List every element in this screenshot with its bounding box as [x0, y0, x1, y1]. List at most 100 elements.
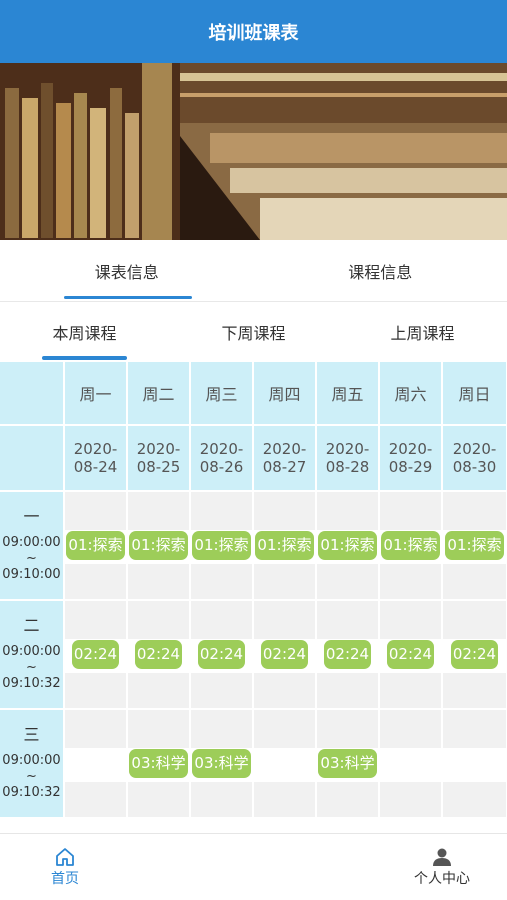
course-cell: 01:探索	[128, 492, 191, 599]
course-badge[interactable]: 01:探索	[66, 531, 125, 560]
course-cell: 02:24	[254, 601, 317, 708]
app-header: 培训班课表	[0, 0, 507, 63]
nav-profile[interactable]: 个人中心	[377, 834, 507, 900]
weekday-cell: 周三	[191, 362, 254, 424]
nav-home[interactable]: 首页	[0, 834, 130, 900]
date-row: 2020- 08-24 2020- 08-25 2020- 08-26 2020- 08…	[0, 426, 507, 492]
slot-label: 二 09:00:00 ~ 09:10:32	[0, 601, 65, 708]
date-year: 2020-	[388, 440, 433, 458]
course-badge[interactable]: 01:探索	[381, 531, 440, 560]
tab-this-week[interactable]: 本周课程	[0, 302, 169, 362]
course-cell: 01:探索	[317, 492, 380, 599]
course-cell	[65, 710, 128, 817]
time-slot-row: 二 09:00:00 ~ 09:10:32 02:24 02:24 02:24 …	[0, 601, 507, 710]
slot-separator: ~	[26, 550, 37, 566]
course-badge[interactable]: 02:24	[134, 640, 183, 669]
course-cell: 01:探索	[443, 492, 506, 599]
course-badge[interactable]: 02:24	[323, 640, 372, 669]
primary-tabs: 课表信息 课程信息	[0, 240, 507, 302]
course-badge[interactable]: 03:科学	[318, 749, 377, 778]
slot-end-time: 09:10:32	[2, 784, 61, 800]
course-badge[interactable]: 01:探索	[192, 531, 251, 560]
tab-next-week[interactable]: 下周课程	[169, 302, 338, 362]
tab-label: 上周课程	[390, 324, 455, 343]
library-illustration	[0, 63, 507, 240]
weekday-cell: 周五	[317, 362, 380, 424]
weekday-header-row: 周一 周二 周三 周四 周五 周六 周日	[0, 362, 507, 426]
date-year: 2020-	[199, 440, 244, 458]
weekday-cell: 周日	[443, 362, 506, 424]
bottom-nav: 首页 个人中心	[0, 833, 507, 900]
course-badge[interactable]: 03:科学	[192, 749, 251, 778]
course-cell: 02:24	[317, 601, 380, 708]
date-cell: 2020- 08-26	[191, 426, 254, 490]
weekday-cell: 周四	[254, 362, 317, 424]
slot-label: 三 09:00:00 ~ 09:10:32	[0, 710, 65, 817]
course-cell	[380, 710, 443, 817]
course-cell: 01:探索	[65, 492, 128, 599]
slot-number: 三	[23, 724, 40, 744]
schedule-grid: 周一 周二 周三 周四 周五 周六 周日 2020- 08-24 2020- 08-…	[0, 362, 507, 819]
time-slot-row: 三 09:00:00 ~ 09:10:32 03:科学 03:科学 03:科学	[0, 710, 507, 819]
course-badge[interactable]: 02:24	[260, 640, 309, 669]
course-badge[interactable]: 02:24	[71, 640, 120, 669]
week-tabs: 本周课程 下周课程 上周课程	[0, 302, 507, 362]
course-cell: 03:科学	[317, 710, 380, 817]
slot-label: 一 09:00:00 ~ 09:10:00	[0, 492, 65, 599]
date-year: 2020-	[262, 440, 307, 458]
home-icon	[56, 848, 74, 866]
course-cell: 01:探索	[254, 492, 317, 599]
course-badge[interactable]: 01:探索	[318, 531, 377, 560]
date-cell: 2020- 08-30	[443, 426, 506, 490]
course-cell: 02:24	[128, 601, 191, 708]
course-cell: 03:科学	[128, 710, 191, 817]
date-day: 08-24	[73, 458, 118, 476]
slot-separator: ~	[26, 659, 37, 675]
date-cell: 2020- 08-27	[254, 426, 317, 490]
course-cell: 02:24	[443, 601, 506, 708]
date-day: 08-30	[452, 458, 497, 476]
tab-label: 下周课程	[221, 324, 286, 343]
tab-label: 课程信息	[348, 262, 413, 282]
nav-home-label: 首页	[51, 871, 79, 887]
slot-number: 二	[23, 615, 40, 635]
date-day: 08-27	[262, 458, 307, 476]
slot-end-time: 09:10:00	[2, 566, 61, 582]
date-cell: 2020- 08-25	[128, 426, 191, 490]
slot-start-time: 09:00:00	[2, 643, 61, 659]
weekday-cell: 周一	[65, 362, 128, 424]
date-year: 2020-	[73, 440, 118, 458]
slot-number: 一	[23, 506, 40, 526]
tab-schedule-info[interactable]: 课表信息	[0, 240, 254, 301]
tab-course-info[interactable]: 课程信息	[254, 240, 507, 301]
user-icon	[433, 848, 451, 866]
course-badge[interactable]: 01:探索	[129, 531, 188, 560]
date-cell: 2020- 08-29	[380, 426, 443, 490]
course-badge[interactable]: 02:24	[450, 640, 499, 669]
course-cell: 02:24	[380, 601, 443, 708]
course-cell: 03:科学	[191, 710, 254, 817]
slot-start-time: 09:00:00	[2, 534, 61, 550]
weekday-cell: 周二	[128, 362, 191, 424]
date-day: 08-26	[199, 458, 244, 476]
corner-cell	[0, 362, 65, 424]
course-badge[interactable]: 01:探索	[255, 531, 314, 560]
course-cell: 02:24	[65, 601, 128, 708]
slot-separator: ~	[26, 768, 37, 784]
course-badge[interactable]: 01:探索	[445, 531, 504, 560]
date-cell: 2020- 08-28	[317, 426, 380, 490]
course-cell: 01:探索	[191, 492, 254, 599]
course-badge[interactable]: 03:科学	[129, 749, 188, 778]
tab-label: 课表信息	[94, 262, 159, 282]
date-day: 08-28	[325, 458, 370, 476]
time-slot-row: 一 09:00:00 ~ 09:10:00 01:探索 01:探索 01:探索 …	[0, 492, 507, 601]
date-day: 08-29	[388, 458, 433, 476]
date-day: 08-25	[136, 458, 181, 476]
date-cell: 2020- 08-24	[65, 426, 128, 490]
tab-last-week[interactable]: 上周课程	[338, 302, 507, 362]
course-badge[interactable]: 02:24	[386, 640, 435, 669]
course-cell	[254, 710, 317, 817]
course-badge[interactable]: 02:24	[197, 640, 246, 669]
corner-cell	[0, 426, 65, 490]
course-cell: 01:探索	[380, 492, 443, 599]
